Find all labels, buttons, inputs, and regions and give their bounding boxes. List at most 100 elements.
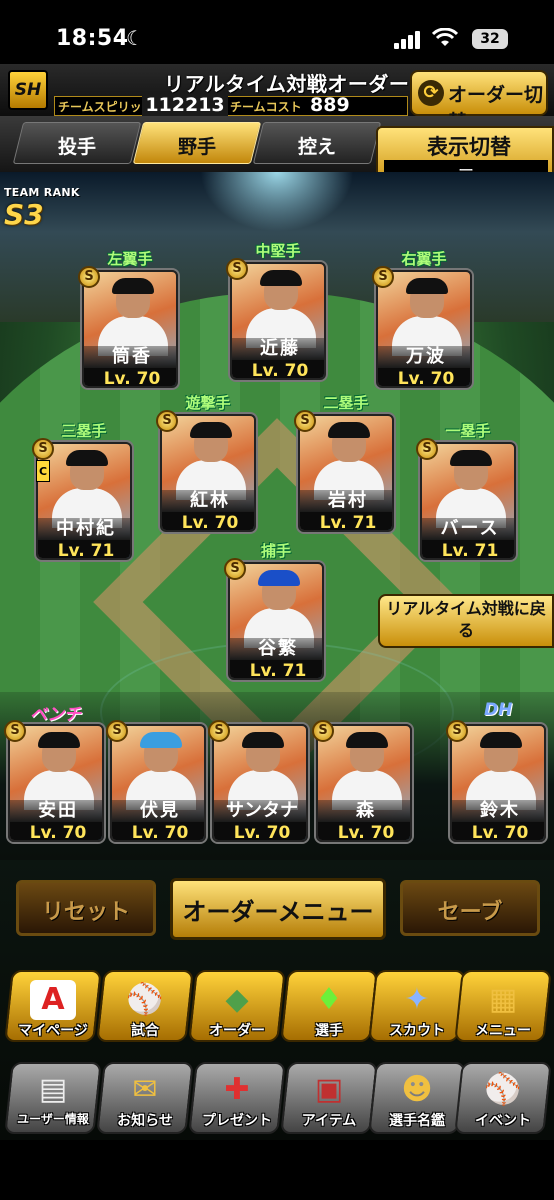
position-label: 左翼手 [107, 250, 153, 268]
player-level: Lv. 70 [378, 368, 470, 386]
nav-event-label: イベント [475, 1113, 531, 1129]
player-name: 谷繁 [230, 638, 322, 660]
rank-s-icon: S [156, 410, 178, 432]
player-icon: ♦ [315, 982, 343, 1017]
reset-label: リセット [41, 900, 130, 925]
dh-card[interactable]: 鈴木 Lv. 70 [450, 724, 546, 842]
captain-icon: C [36, 460, 50, 482]
news-icon: ✉ [132, 1072, 158, 1107]
refresh-icon: ⟳ [418, 80, 444, 106]
nav-news-label: お知らせ [117, 1113, 173, 1129]
spirit-label: チームスピリッツ [58, 100, 154, 114]
player-name: バース [422, 518, 514, 540]
player-name: 安田 [10, 800, 102, 822]
order-menu-label: オーダーメニュー [182, 898, 374, 926]
present-icon: ✚ [224, 1072, 250, 1107]
player-level: Lv. 70 [10, 822, 102, 840]
player-level: Lv. 71 [422, 540, 514, 558]
player-name: 森 [318, 800, 410, 822]
player-level: Lv. 70 [162, 512, 254, 530]
page-title: リアルタイム対戦オーダー [164, 72, 410, 96]
player-name: サンタナ [214, 800, 306, 822]
mypage-icon: A [30, 980, 76, 1020]
player-card-cf[interactable]: 近藤 Lv. 70 [230, 262, 326, 380]
display-switch-label: 表示切替 [427, 135, 511, 159]
bench-card[interactable]: 安田 Lv. 70 [8, 724, 104, 842]
item-icon: ▣ [314, 1072, 344, 1107]
player-level: Lv. 70 [318, 822, 410, 840]
tab-reserve-label: 控え [297, 136, 336, 158]
team-logo: SH [8, 70, 48, 110]
position-label: 遊撃手 [185, 394, 231, 412]
nav-game-label: 試合 [131, 1023, 159, 1039]
rank-s-icon: S [312, 720, 334, 742]
player-card-c[interactable]: 谷繁 Lv. 71 [228, 562, 324, 680]
menu-icon: ▦ [488, 982, 518, 1017]
position-label: 三塁手 [61, 422, 107, 440]
wifi-icon [431, 27, 459, 48]
rank-s-icon: S [224, 558, 246, 580]
player-card-1b[interactable]: バース Lv. 71 [420, 442, 516, 560]
player-level: Lv. 70 [112, 822, 204, 840]
signal-icon [394, 31, 422, 49]
team-rank-value: S3 [4, 198, 44, 231]
player-level: Lv. 70 [214, 822, 306, 840]
dh-label: DH [484, 700, 513, 720]
nav-mypage-label: マイページ [18, 1023, 88, 1039]
rank-s-icon: S [4, 720, 26, 742]
bench-card[interactable]: サンタナ Lv. 70 [212, 724, 308, 842]
player-card-3b[interactable]: 中村紀 Lv. 71 [36, 442, 132, 560]
nav-scout-label: スカウト [389, 1023, 445, 1039]
back-to-realtime-label: リアルタイム対戦に戻る [386, 599, 546, 640]
player-level: Lv. 70 [84, 368, 176, 386]
status-time: 18:54 [56, 26, 129, 51]
player-name: 鈴木 [452, 800, 544, 822]
rank-s-icon: S [32, 438, 54, 460]
cost-value: 889 [310, 94, 350, 116]
player-guide-icon: ☻ [401, 1072, 433, 1107]
nav-player-label: 選手 [315, 1023, 343, 1039]
bench-card[interactable]: 森 Lv. 70 [316, 724, 412, 842]
moon-icon: ☾ [126, 26, 144, 50]
rank-s-icon: S [294, 410, 316, 432]
player-level: Lv. 71 [38, 540, 130, 558]
nav-item-label: アイテム [301, 1113, 357, 1129]
rank-s-icon: S [78, 266, 100, 288]
game-icon: ⚾ [126, 982, 164, 1017]
spirit-value: 112213 [142, 94, 228, 116]
rank-s-icon: S [226, 258, 248, 280]
position-label: 中堅手 [255, 242, 301, 260]
player-level: Lv. 70 [232, 360, 324, 378]
position-label: 二塁手 [323, 394, 369, 412]
player-name: 伏見 [112, 800, 204, 822]
nav-order-label: オーダー [209, 1023, 265, 1039]
bench-label: ベンチ [30, 705, 81, 725]
player-name: 筒香 [84, 346, 176, 368]
event-icon: ⚾ [484, 1072, 522, 1107]
order-icon: ◆ [225, 982, 249, 1017]
player-level: Lv. 70 [452, 822, 544, 840]
bench-card[interactable]: 伏見 Lv. 70 [110, 724, 206, 842]
position-label: 一塁手 [445, 422, 491, 440]
player-level: Lv. 71 [300, 512, 392, 530]
nav-player-guide-label: 選手名鑑 [389, 1113, 445, 1129]
rank-s-icon: S [446, 720, 468, 742]
nav-present-label: プレゼント [202, 1113, 272, 1129]
position-label: 捕手 [260, 542, 291, 560]
player-name: 近藤 [232, 338, 324, 360]
player-card-2b[interactable]: 岩村 Lv. 71 [298, 414, 394, 532]
save-label: セーブ [437, 900, 503, 925]
home-indicator-area [0, 1140, 554, 1200]
rank-s-icon: S [416, 438, 438, 460]
rank-s-icon: S [106, 720, 128, 742]
player-card-ss[interactable]: 紅林 Lv. 70 [160, 414, 256, 532]
player-card-rf[interactable]: 万波 Lv. 70 [376, 270, 472, 388]
player-name: 中村紀 [38, 518, 130, 540]
position-label: 右翼手 [401, 250, 447, 268]
nav-menu-label: メニュー [475, 1023, 531, 1039]
tab-fielder-label: 野手 [177, 136, 216, 158]
scout-icon: ✦ [404, 982, 430, 1017]
rank-s-icon: S [372, 266, 394, 288]
player-card-lf[interactable]: 筒香 Lv. 70 [82, 270, 178, 388]
player-level: Lv. 71 [230, 660, 322, 678]
